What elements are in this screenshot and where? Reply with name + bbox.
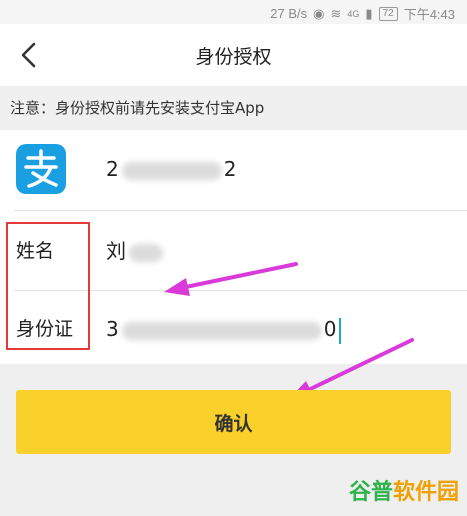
eye-icon: ◉ — [313, 5, 325, 21]
confirm-button[interactable]: 确认 — [16, 390, 451, 454]
nav-bar: 身份授权 — [0, 24, 467, 86]
clock: 下午4:43 — [403, 7, 455, 22]
watermark: 谷普软件园 — [349, 474, 459, 506]
alipay-icon — [16, 144, 66, 194]
status-bar: 27 B/s ◉ ≋ 4G ▮ 72 下午4:43 — [0, 0, 467, 24]
highlight-box — [6, 222, 90, 350]
id-prefix: 3 — [106, 317, 120, 341]
page-title: 身份授权 — [195, 46, 272, 68]
signal-icon: ▮ — [365, 5, 373, 21]
name-field[interactable]: 刘 — [106, 212, 165, 290]
id-suffix: 0 — [323, 317, 338, 341]
status-indicators: 27 B/s ◉ ≋ 4G ▮ 72 下午4:43 — [270, 4, 455, 23]
network-speed: 27 B/s — [270, 6, 308, 21]
text-cursor — [339, 317, 342, 344]
alipay-account-value: 22 — [106, 130, 237, 208]
notice-banner: 注意：身份授权前请先安装支付宝App — [0, 86, 467, 130]
row-divider — [14, 210, 467, 211]
watermark-part2: 软件园 — [392, 480, 459, 505]
watermark-part1: 谷普 — [348, 480, 393, 505]
wifi-icon: ≋ — [330, 5, 342, 21]
account-suffix: 2 — [223, 157, 238, 181]
alipay-account-row[interactable]: 22 — [0, 130, 467, 208]
redacted-account — [121, 161, 222, 180]
redacted-id — [121, 321, 322, 340]
account-prefix: 2 — [106, 157, 120, 181]
name-prefix: 刘 — [106, 239, 127, 263]
signal-tag: 4G — [347, 8, 360, 19]
id-field[interactable]: 30 — [106, 290, 342, 368]
battery-icon: 72 — [378, 6, 398, 21]
redacted-name — [129, 243, 163, 262]
